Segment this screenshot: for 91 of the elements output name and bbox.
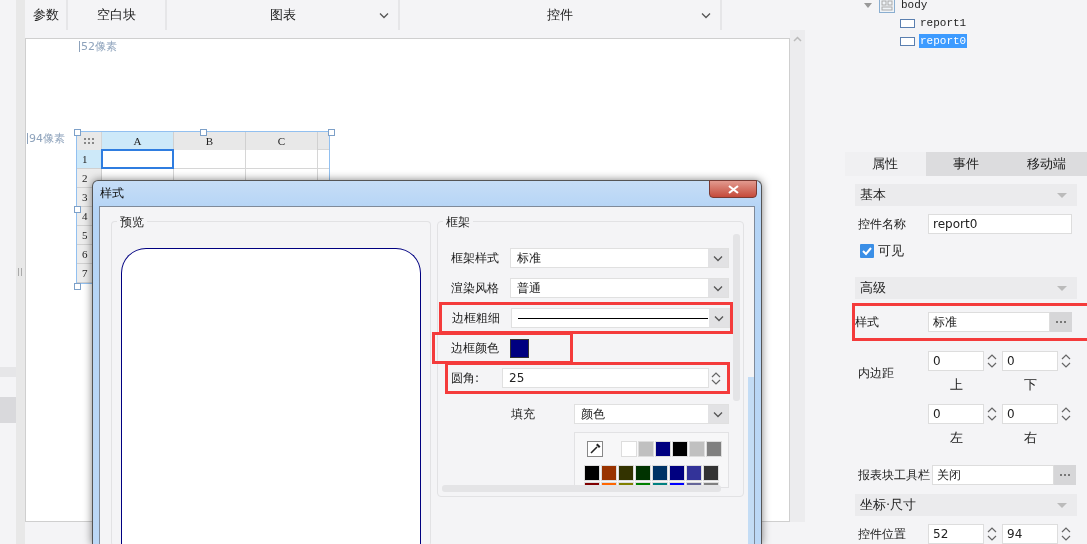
block-icon: [900, 36, 915, 46]
number-field[interactable]: 52: [928, 524, 984, 544]
resize-handle[interactable]: [328, 129, 335, 136]
checkbox-label: 可见: [878, 242, 904, 260]
field-label: 填充: [510, 405, 536, 423]
chevron-down-icon[interactable]: [714, 314, 724, 322]
property-label: 样式: [855, 313, 880, 331]
field-label: 渲染风格: [450, 279, 500, 297]
grid-handle-icon[interactable]: [84, 138, 94, 144]
field-caption: 右: [1023, 429, 1037, 447]
text-field[interactable]: 关闭: [932, 465, 1054, 485]
resize-handle[interactable]: [200, 129, 207, 136]
tab[interactable]: 移动端: [1006, 152, 1087, 176]
tab[interactable]: 属性: [845, 152, 926, 176]
line-sample-icon: [518, 317, 708, 319]
spin-arrows[interactable]: [986, 406, 998, 422]
dropdown[interactable]: [511, 308, 730, 328]
number-field[interactable]: 0: [1002, 404, 1058, 424]
section-title: 基本: [860, 186, 886, 204]
spin-arrows[interactable]: [1060, 406, 1072, 422]
property-label: 控件位置: [857, 525, 907, 543]
field-caption: 左: [949, 429, 963, 447]
grip-icon[interactable]: [18, 268, 23, 276]
expand-triangle-icon[interactable]: [864, 2, 872, 8]
column-header[interactable]: A: [102, 132, 174, 150]
page-icon: [879, 0, 895, 13]
group-title: 预览: [117, 214, 147, 231]
selected-cell[interactable]: [101, 149, 174, 169]
block-icon: [900, 18, 915, 28]
scrollbar[interactable]: [790, 30, 805, 522]
eyedropper-icon[interactable]: [587, 441, 603, 457]
field-caption: 下: [1023, 376, 1037, 394]
toolbar-button[interactable]: 空白块: [68, 0, 167, 30]
toolbar-button[interactable]: 图表: [167, 0, 400, 30]
column-header[interactable]: C: [246, 132, 318, 150]
side-panel-block: [0, 397, 16, 423]
field-caption: 上: [949, 376, 963, 394]
dropdown[interactable]: 颜色: [574, 404, 729, 424]
dropdown[interactable]: 标准: [510, 248, 729, 268]
chevron-down-icon[interactable]: [379, 12, 389, 19]
section-header[interactable]: 基本: [855, 184, 1077, 206]
resize-handle[interactable]: [74, 129, 81, 136]
section-title: 高级: [860, 279, 886, 297]
field-label: 框架样式: [450, 249, 500, 267]
row-header[interactable]: 1: [77, 150, 102, 169]
table-cell[interactable]: [246, 150, 318, 169]
spin-arrows[interactable]: [986, 353, 998, 369]
dialog-title: 样式: [100, 185, 124, 202]
toolbar-button[interactable]: 控件: [400, 0, 722, 30]
resize-handle[interactable]: [74, 283, 81, 290]
scrollbar[interactable]: [748, 377, 754, 544]
section-header[interactable]: 坐标·尺寸: [855, 494, 1077, 516]
group-title: 框架: [443, 214, 473, 231]
property-label: 控件名称: [857, 215, 907, 233]
field-label: 边框粗细: [451, 309, 501, 327]
chevron-down-icon[interactable]: [713, 284, 723, 292]
number-field[interactable]: 0: [1002, 351, 1058, 371]
text-field[interactable]: 标准: [928, 312, 1050, 332]
close-icon[interactable]: [727, 184, 739, 194]
color-swatch[interactable]: [510, 338, 529, 358]
text-field[interactable]: report0: [928, 214, 1072, 234]
checkbox[interactable]: [860, 244, 874, 258]
more-button[interactable]: [1050, 312, 1072, 332]
chevron-down-icon[interactable]: [701, 12, 711, 19]
toolbar-button[interactable]: 参数: [25, 0, 68, 30]
spin-arrows[interactable]: [1060, 353, 1072, 369]
spin-arrows[interactable]: [711, 371, 721, 385]
more-button[interactable]: [1054, 465, 1076, 485]
scrollbar[interactable]: [442, 485, 721, 492]
tree-item[interactable]: report1: [919, 16, 968, 30]
scrollbar[interactable]: [733, 234, 740, 401]
number-field[interactable]: 0: [928, 351, 984, 371]
dropdown[interactable]: 普通: [510, 278, 729, 298]
number-field[interactable]: 0: [928, 404, 984, 424]
spin-arrows[interactable]: [1060, 526, 1072, 542]
field-label: 圆角:: [450, 369, 481, 387]
spin-arrows[interactable]: [986, 526, 998, 542]
tree-item[interactable]: body: [900, 0, 929, 12]
number-field[interactable]: 25: [502, 368, 709, 388]
tab[interactable]: 事件: [925, 152, 1007, 176]
number-field[interactable]: 94: [1002, 524, 1058, 544]
resize-handle[interactable]: [74, 206, 81, 213]
property-label: 内边距: [857, 365, 895, 382]
chevron-down-icon[interactable]: [713, 254, 723, 262]
property-label: 报表块工具栏: [857, 466, 931, 484]
field-label: 边框颜色: [450, 339, 500, 357]
chevron-down-icon[interactable]: [713, 410, 723, 418]
close-button[interactable]: [709, 180, 757, 198]
section-title: 坐标·尺寸: [860, 496, 917, 514]
section-header[interactable]: 高级: [855, 277, 1077, 299]
table-cell[interactable]: [174, 150, 246, 169]
